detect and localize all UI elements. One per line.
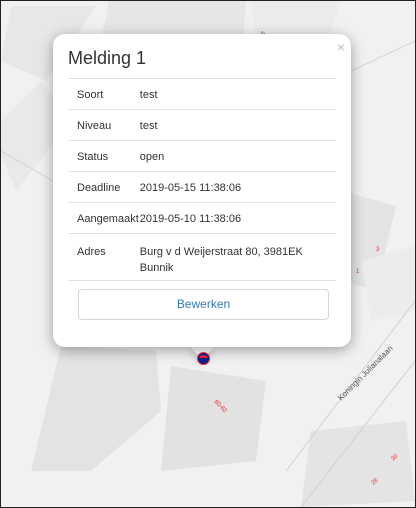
row-value: 2019-05-15 11:38:06: [138, 171, 336, 203]
melding-details-table: Soort test Niveau test Status open Deadl…: [68, 78, 336, 295]
row-value: open: [138, 140, 336, 172]
building-parcel: [161, 366, 266, 471]
row-value: test: [138, 109, 336, 141]
table-row: Niveau test: [68, 109, 336, 141]
row-key: Status: [68, 140, 139, 172]
row-key: Deadline: [68, 171, 139, 203]
table-row: Adres Burg v d Weijerstraat 80, 3981EK B…: [68, 233, 336, 295]
location-marker-icon[interactable]: [197, 352, 210, 365]
table-row: Soort test: [68, 78, 336, 110]
edit-button[interactable]: Bewerken: [78, 289, 329, 320]
table-row: Aangemaakt 2019-05-10 11:38:06: [68, 202, 336, 234]
close-icon[interactable]: ×: [337, 40, 345, 54]
row-key: Adres: [68, 233, 139, 295]
popup-title: Melding 1: [68, 48, 147, 68]
row-value: test: [138, 78, 336, 110]
row-key: Niveau: [68, 109, 139, 141]
row-value: Burg v d Weijerstraat 80, 3981EK Bunnik: [138, 233, 336, 295]
table-row: Status open: [68, 140, 336, 172]
row-key: Aangemaakt: [68, 202, 139, 234]
row-value: 2019-05-10 11:38:06: [138, 202, 336, 234]
melding-popup: × Melding 1 Soort test Niveau test Statu…: [53, 34, 351, 347]
table-row: Deadline 2019-05-15 11:38:06: [68, 171, 336, 203]
popup-footer: Bewerken: [68, 280, 336, 320]
map-frame: Koningin Julianalaan 3 1 80-82 30 28 5 ×…: [0, 0, 416, 508]
row-key: Soort: [68, 78, 139, 110]
